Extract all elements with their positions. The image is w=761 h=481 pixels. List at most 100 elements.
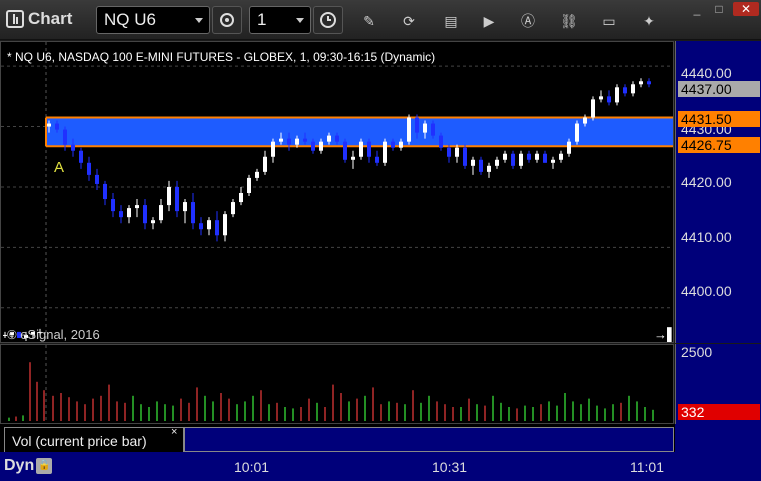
candle-body [383, 141, 387, 163]
candle-body [199, 223, 203, 230]
candle-body [351, 156, 355, 160]
interval-clock-button[interactable] [313, 6, 343, 34]
close-study-icon[interactable]: × [171, 426, 177, 438]
candle-body [239, 193, 243, 203]
price-tick: 4400.00 [681, 283, 732, 299]
candle-body [359, 141, 363, 157]
candle-body [631, 84, 635, 94]
get-data-icon[interactable]: ▤ [440, 10, 462, 32]
dynamic-mode-label: Dyn [4, 457, 35, 474]
price-plot[interactable] [1, 42, 674, 343]
candle-body [407, 117, 411, 142]
candle-body [71, 144, 75, 151]
candle-body [487, 165, 491, 172]
time-tick: 10:31 [432, 459, 468, 475]
time-axis[interactable]: Dyn 🔒 10:01 10:31 11:01 [0, 452, 761, 481]
play-icon[interactable]: ▶ [478, 10, 500, 32]
candle-body [479, 159, 483, 172]
candle-body [207, 220, 211, 230]
link-icon[interactable]: ⛓ [558, 10, 580, 32]
candle-body [431, 123, 435, 136]
candle-body [287, 138, 291, 145]
symbol-input[interactable]: NQ U6 [96, 6, 210, 34]
candle-body [495, 159, 499, 166]
candle-body [615, 87, 619, 103]
volume-tick: 2500 [681, 344, 713, 360]
volume-axis[interactable]: 2500 0 332 [675, 344, 761, 424]
candle-body [319, 141, 323, 151]
candle-body [151, 220, 155, 224]
app-title: Chart [6, 9, 72, 29]
dynamic-mode[interactable]: Dyn 🔒 [4, 457, 53, 475]
price-chart[interactable]: * NQ U6, NASDAQ 100 E-MINI FUTURES - GLO… [0, 41, 674, 343]
candle-body [167, 186, 171, 206]
symbol-settings-button[interactable] [212, 6, 242, 34]
zone-low-tag: 4426.75 [678, 137, 760, 153]
candle-body [583, 117, 587, 124]
candle-body [95, 174, 99, 184]
volume-pane[interactable] [0, 344, 674, 424]
pencil-icon[interactable]: ✎ [358, 10, 380, 32]
minimize-icon[interactable]: _ [688, 2, 706, 16]
study-axis-fill [675, 424, 761, 452]
scroll-to-end-icon[interactable]: →▌ [654, 327, 673, 342]
candle-body [439, 135, 443, 148]
volume-study-tab[interactable]: Vol (current price bar) [4, 427, 184, 452]
candle-body [607, 96, 611, 103]
chat-icon[interactable]: ▭ [598, 10, 620, 32]
interval-value: 1 [257, 10, 267, 29]
candle-body [63, 129, 67, 145]
app-title-text: Chart [28, 9, 73, 28]
lock-icon[interactable]: 🔒 [36, 458, 53, 474]
candle-body [127, 208, 131, 218]
candle-body [503, 153, 507, 160]
candle-body [143, 205, 147, 224]
twitter-icon[interactable]: ✦ [638, 10, 660, 32]
candle-body [623, 87, 627, 94]
candle-body [543, 153, 547, 163]
price-tick: 4420.00 [681, 174, 732, 190]
price-tick: 4410.00 [681, 229, 732, 245]
study-tab-strip [184, 427, 674, 452]
candle-body [575, 123, 579, 142]
candle-body [599, 96, 603, 100]
candle-body [447, 147, 451, 157]
current-price-tag: 4437.00 [678, 81, 760, 97]
candle-body [295, 138, 299, 145]
chevron-down-icon[interactable] [195, 18, 203, 23]
alert-icon[interactable]: Ⓐ [517, 10, 539, 32]
candle-body [119, 211, 123, 218]
copyright-text: © eSignal, 2016 [7, 327, 100, 342]
candle-body [423, 123, 427, 133]
candle-body [399, 141, 403, 148]
refresh-icon[interactable]: ⟳ [398, 10, 420, 32]
annotation-label: A [54, 159, 65, 176]
candle-body [567, 141, 571, 154]
candle-body [535, 153, 539, 160]
candle-body [103, 183, 107, 200]
candle-body [327, 135, 331, 142]
candle-body [47, 123, 51, 127]
volume-plot[interactable] [1, 345, 674, 424]
study-tab-label: Vol (current price bar) [12, 433, 147, 449]
candle-body [463, 147, 467, 166]
price-tick: 4440.00 [681, 65, 732, 81]
maximize-icon[interactable]: □ [710, 2, 728, 16]
chevron-down-icon[interactable] [296, 18, 304, 23]
candle-body [343, 141, 347, 160]
candle-body [223, 214, 227, 236]
candle-body [415, 117, 419, 133]
candle-body [551, 159, 555, 163]
study-tabs: Vol (current price bar) × [0, 424, 675, 452]
candle-body [367, 141, 371, 157]
candle-body [191, 202, 195, 224]
close-icon[interactable]: ✕ [733, 2, 759, 16]
candle-body [111, 199, 115, 212]
candle-body [87, 162, 91, 175]
candle-body [647, 81, 651, 85]
interval-input[interactable]: 1 [249, 6, 311, 34]
title-bar: Chart NQ U6 1 ✎ ⟳ ▤ ▶ Ⓐ ⛓ ▭ ✦ _ □ ✕ [0, 0, 761, 40]
price-axis[interactable]: 4440.00 4430.00 4420.00 4410.00 4400.00 … [675, 41, 761, 343]
clock-icon [320, 12, 336, 28]
candle-body [79, 150, 83, 163]
